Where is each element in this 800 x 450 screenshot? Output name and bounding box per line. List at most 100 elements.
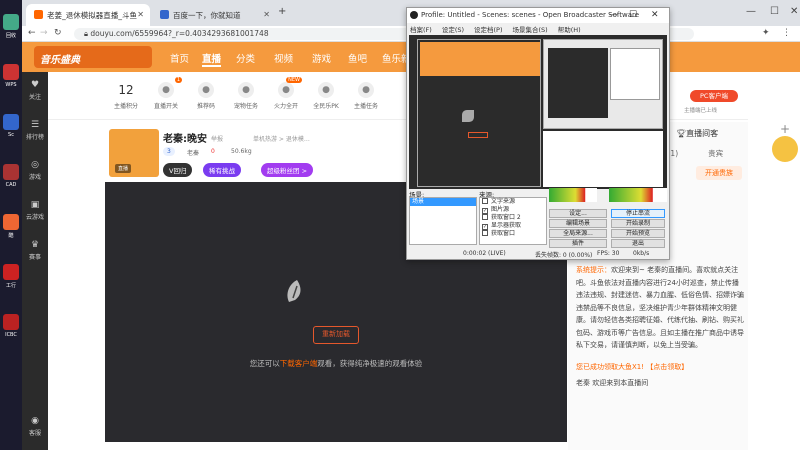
category-breadcrumb[interactable]: 单机热游 > 退休模… [253,134,310,143]
nav-item[interactable]: 分类 [236,51,255,65]
tab-vip[interactable]: 贵宾 [708,149,723,158]
maximize-icon[interactable]: ☐ [770,6,779,17]
obs-maximize-icon[interactable]: ☐ [629,10,637,20]
fish-logo-icon [287,280,301,302]
scene-item[interactable]: 场景 [410,198,476,206]
nav-item[interactable]: 视频 [274,51,293,65]
sidebar-icon: ♛ [30,240,40,250]
sidebar-item[interactable]: ☰ 排行榜 [22,120,48,141]
forward-icon[interactable]: → [40,28,48,38]
menu-icon[interactable]: ⋮ [782,28,791,38]
preview-logo-icon [462,110,474,122]
obs-button[interactable]: 退出 [611,239,665,248]
obs-button[interactable]: 全局来源... [549,229,607,238]
nav-item[interactable]: 鱼吧 [348,51,367,65]
tab-douyu[interactable]: 老姜_退休模拟器直播_斗鱼 ✕ [26,4,150,26]
reload-icon[interactable]: ↻ [54,28,62,38]
status-fps: FPS: 30 [597,250,620,257]
toolbar-item[interactable]: ● 全民乐PK [306,82,346,110]
desktop-app-icon[interactable] [3,164,19,180]
sidebar-item[interactable]: ▣ 云游戏 [22,200,48,221]
desktop-app-icon[interactable] [3,14,19,30]
obs-minimize-icon[interactable]: — [609,10,618,20]
toolbar-item[interactable]: ● 火力全开 NEW [266,77,306,110]
obs-button[interactable]: 开始预览 [611,229,665,238]
obs-button[interactable]: 编辑场景 [549,219,607,228]
desktop-app-icon[interactable] [3,314,19,330]
extensions-icon[interactable]: ✦ [762,28,770,38]
pc-client-button[interactable]: PC客户端 [690,90,738,102]
obs-button[interactable]: 开始录制 [611,219,665,228]
source-checkbox[interactable] [482,230,488,236]
toolbar-icon: ● [278,82,294,98]
toolbar-badge: NEW [286,77,302,83]
obs-menu-item[interactable]: 设定档(P) [474,26,503,34]
sidebar-item[interactable]: ♛ 赛事 [22,240,48,261]
obs-button[interactable]: 设定... [549,209,607,218]
source-checkbox[interactable] [482,214,488,220]
obs-button[interactable]: 插件 [549,239,607,248]
desktop-app-icon[interactable] [3,64,19,80]
claim-message[interactable]: 您已成功领取大鱼X1! 【点击领取】 [576,362,688,372]
source-item[interactable]: 获取窗口 2 [480,214,546,222]
toolbar-badge: 1 [174,77,182,83]
sidebar-item[interactable]: ◎ 游戏 [22,160,48,181]
desktop-app-label: 工行 [5,283,16,289]
reload-button[interactable]: 重新加载 [313,326,359,344]
nav-item[interactable]: 首页 [170,51,189,65]
download-hint: 您还可以下载客户端观看，获得纯净极速的观看体验 [249,359,423,368]
room-thumbnail: 直播 [109,129,159,177]
report-link[interactable]: 举报 [211,134,223,143]
obs-menu-item[interactable]: 档案(F) [410,26,432,34]
new-tab-button[interactable]: + [278,6,286,17]
close-tab-icon[interactable]: ✕ [263,10,270,19]
obs-titlebar: Profile: Untitled - Scenes: scenes - Ope… [407,8,669,23]
open-noble-button[interactable]: 开通贵族 [696,166,742,180]
rare-challenge-badge[interactable]: 稀有挑战 [203,163,241,177]
obs-close-icon[interactable]: ✕ [651,10,659,20]
desktop-app-label: WPS [5,82,17,88]
desktop-app-label: 酷 [8,233,14,239]
desktop-app-label: ICBC [5,332,17,338]
toolbar-item[interactable]: ● 直播开关 1 [146,77,186,110]
preview-nested-frame [417,39,541,187]
source-item[interactable]: ✓ 图片源 [480,206,546,214]
obs-menu-item[interactable]: 设定(S) [442,26,464,34]
desktop-audio-meter [549,188,597,202]
desktop-app-icon[interactable] [3,214,19,230]
toolbar-item[interactable]: ● 宠物任务 [226,82,266,110]
sidebar-item[interactable]: ♥ 关注 [22,80,48,101]
toolbar-item[interactable]: ● 主播任务 [346,82,386,110]
source-item[interactable]: 获取窗口 [480,230,546,238]
scenes-list[interactable]: 场景 [409,197,477,245]
sidebar-icon: ◎ [31,160,39,170]
download-client-link[interactable]: 下载客户端 [280,359,318,368]
sidebar-icon: ◉ [31,416,39,426]
close-tab-icon[interactable]: ✕ [137,10,144,19]
source-checkbox[interactable] [482,198,488,204]
site-logo[interactable]: 音乐盛典 [34,46,152,68]
close-window-icon[interactable]: ✕ [790,6,798,17]
v-return-badge[interactable]: V回归 [163,163,193,177]
sidebar-icon: ♥ [30,80,40,90]
float-badge-icon[interactable] [772,136,798,162]
desktop-app-icon[interactable] [3,264,19,280]
obs-menu-item[interactable]: 场景集合(S) [513,26,548,34]
nav-item[interactable]: 游戏 [312,51,331,65]
source-item[interactable]: ✓ 显示器获取 [480,222,546,230]
back-icon[interactable]: ← [28,28,36,38]
obs-button[interactable]: 停止串流 [611,209,665,218]
sources-list[interactable]: 文字来源 ✓ 图片源 获取窗口 2 ✓ 显示器获取 获取窗口 [479,197,547,245]
tab-baidu[interactable]: 百度一下，你就知道 ✕ [152,4,276,26]
add-icon[interactable]: + [780,122,790,136]
minimize-icon[interactable]: — [746,6,756,17]
source-item[interactable]: 文字来源 [480,198,546,206]
sidebar-item[interactable]: ◉ 客服 [22,416,48,437]
toolbar-icon: ● [158,82,174,98]
desktop-app-icon[interactable] [3,114,19,130]
toolbar-item[interactable]: 12 主播积分 [106,82,146,110]
fan-club-button[interactable]: 超级粉丝团 > [261,163,314,177]
toolbar-item[interactable]: ● 推荐码 [186,82,226,110]
obs-menu-item[interactable]: 帮助(H) [558,26,581,34]
nav-item[interactable]: 直播 [202,51,222,67]
